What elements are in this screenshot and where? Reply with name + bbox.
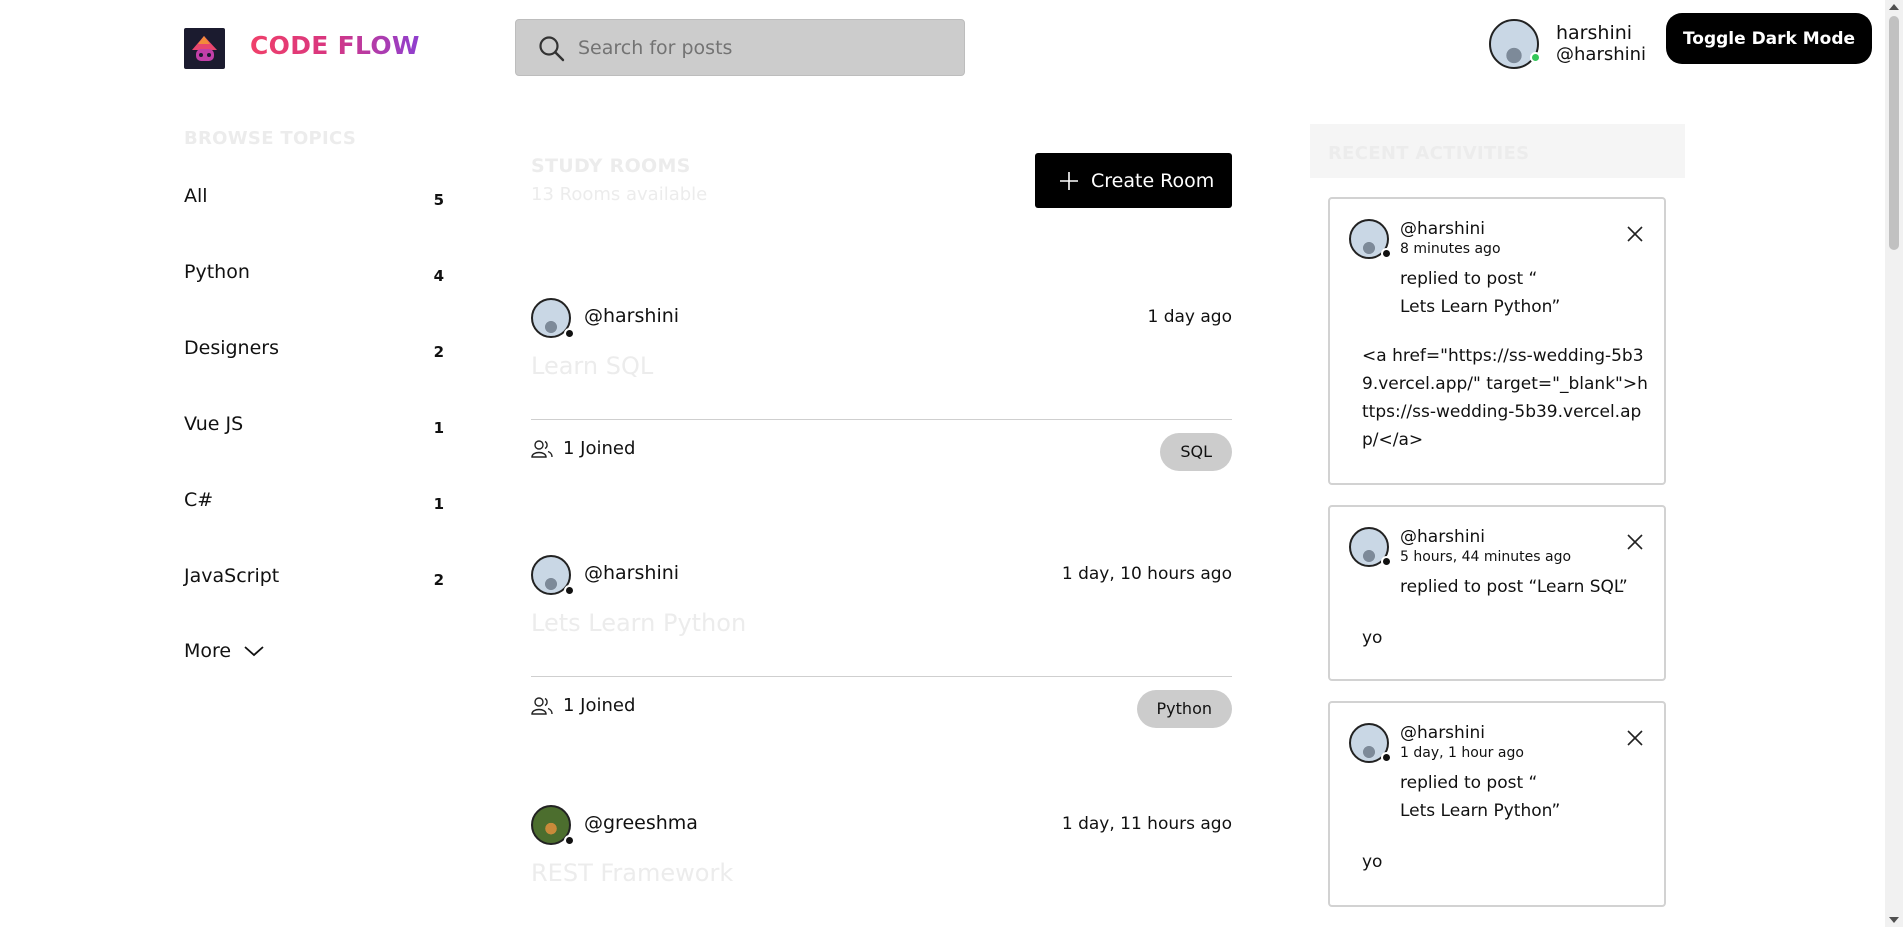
topic-name: All [184,185,208,207]
browse-topics: BROWSE TOPICS All 5 Python 4 Designers 2… [184,128,444,662]
scroll-up-arrow-icon[interactable] [1889,4,1899,10]
room-name[interactable]: REST Framework [531,859,733,887]
top-header: CODE FLOW harshini @harshini Toggle Dark… [0,0,1885,96]
toggle-dark-mode-button[interactable]: Toggle Dark Mode [1666,13,1872,64]
search-bar[interactable] [515,19,965,76]
activity-user[interactable]: @harshini [1400,723,1485,743]
more-label: More [184,640,232,662]
activity-message: <a href="https://ss-wedding-5b39.vercel.… [1362,346,1648,450]
room-card: @harshini 1 day ago Learn SQL 1 Joined S… [531,298,1232,498]
user-name[interactable]: harshini [1556,22,1632,44]
status-dot [564,835,575,846]
room-topic-tag[interactable]: SQL [1160,433,1232,471]
close-icon[interactable] [1626,533,1644,551]
status-dot [1381,752,1392,763]
topic-count: 1 [433,495,444,513]
activity-action[interactable]: replied to post “ Lets Learn Python” [1400,265,1650,321]
activity-message: yo [1362,628,1383,648]
search-icon [539,36,565,62]
user-handle[interactable]: @harshini [1556,44,1646,65]
plus-icon [1060,171,1078,190]
room-topic-tag[interactable]: Python [1136,690,1232,728]
status-dot [1381,556,1392,567]
status-dot [564,585,575,596]
activity-card: @harshini 1 day, 1 hour ago replied to p… [1328,701,1666,907]
topic-name: JavaScript [184,565,280,587]
topic-name: C# [184,489,214,511]
topic-name: Python [184,261,250,283]
activity-time: 1 day, 1 hour ago [1400,745,1524,761]
close-icon[interactable] [1626,729,1644,747]
search-input[interactable] [578,32,948,64]
activity-card: @harshini 8 minutes ago replied to post … [1328,197,1666,485]
room-name[interactable]: Learn SQL [531,352,653,380]
joined-count: 1 Joined [563,438,636,459]
room-host[interactable]: @harshini [584,305,679,327]
scrollbar-thumb[interactable] [1889,16,1899,250]
chevron-down-icon [244,646,264,657]
recent-activities-header: RECENT ACTIVITIES [1310,124,1685,178]
page-scrollbar[interactable] [1885,0,1903,927]
topic-count: 5 [433,191,444,209]
more-topics-button[interactable]: More [184,640,265,662]
activity-user[interactable]: @harshini [1400,219,1485,239]
topic-count: 2 [433,343,444,361]
room-host[interactable]: @harshini [584,562,679,584]
room-joined: 1 Joined [531,438,635,459]
joined-count: 1 Joined [563,695,636,716]
topic-name: Designers [184,337,279,359]
room-time: 1 day, 10 hours ago [1061,564,1232,584]
topic-item-vue-js[interactable]: Vue JS 1 [184,409,444,449]
activity-time: 5 hours, 44 minutes ago [1400,549,1572,565]
topic-item-all[interactable]: All 5 [184,181,444,221]
activity-action[interactable]: replied to post “Learn SQL” [1400,573,1650,601]
topic-item-csharp[interactable]: C# 1 [184,485,444,525]
status-dot [1381,248,1392,259]
activity-card: @harshini 5 hours, 44 minutes ago replie… [1328,505,1666,681]
room-host[interactable]: @greeshma [584,812,698,834]
brand-title[interactable]: CODE FLOW [250,31,420,60]
room-name[interactable]: Lets Learn Python [531,609,746,637]
room-card: @harshini 1 day, 10 hours ago Lets Learn… [531,555,1232,755]
create-room-label: Create Room [1091,169,1215,192]
online-status-dot [1530,52,1541,63]
close-icon[interactable] [1626,225,1644,243]
create-room-button[interactable]: Create Room [1035,153,1232,208]
logo[interactable] [184,28,225,69]
study-rooms-heading: STUDY ROOMS [531,155,691,177]
topic-count: 2 [433,571,444,589]
people-icon [531,696,553,715]
topic-count: 1 [433,419,444,437]
room-card: @greeshma 1 day, 11 hours ago REST Frame… [531,805,1232,925]
activity-message: yo [1362,852,1383,872]
room-time: 1 day ago [1147,307,1232,327]
room-time: 1 day, 11 hours ago [1061,814,1232,834]
activity-time: 8 minutes ago [1400,241,1501,257]
scroll-down-arrow-icon[interactable] [1889,917,1899,923]
browse-topics-heading: BROWSE TOPICS [184,128,357,149]
divider [531,419,1232,420]
topic-item-designers[interactable]: Designers 2 [184,333,444,373]
topic-name: Vue JS [184,413,244,435]
rooms-available-count: 13 Rooms available [531,184,708,205]
topic-item-python[interactable]: Python 4 [184,257,444,297]
activity-action[interactable]: replied to post “ Lets Learn Python” [1400,769,1650,825]
topic-count: 4 [433,267,444,285]
topic-item-javascript[interactable]: JavaScript 2 [184,561,444,601]
divider [531,676,1232,677]
people-icon [531,439,553,458]
room-joined: 1 Joined [531,695,635,716]
recent-activities-heading: RECENT ACTIVITIES [1328,143,1530,164]
status-dot [564,328,575,339]
activity-user[interactable]: @harshini [1400,527,1485,547]
